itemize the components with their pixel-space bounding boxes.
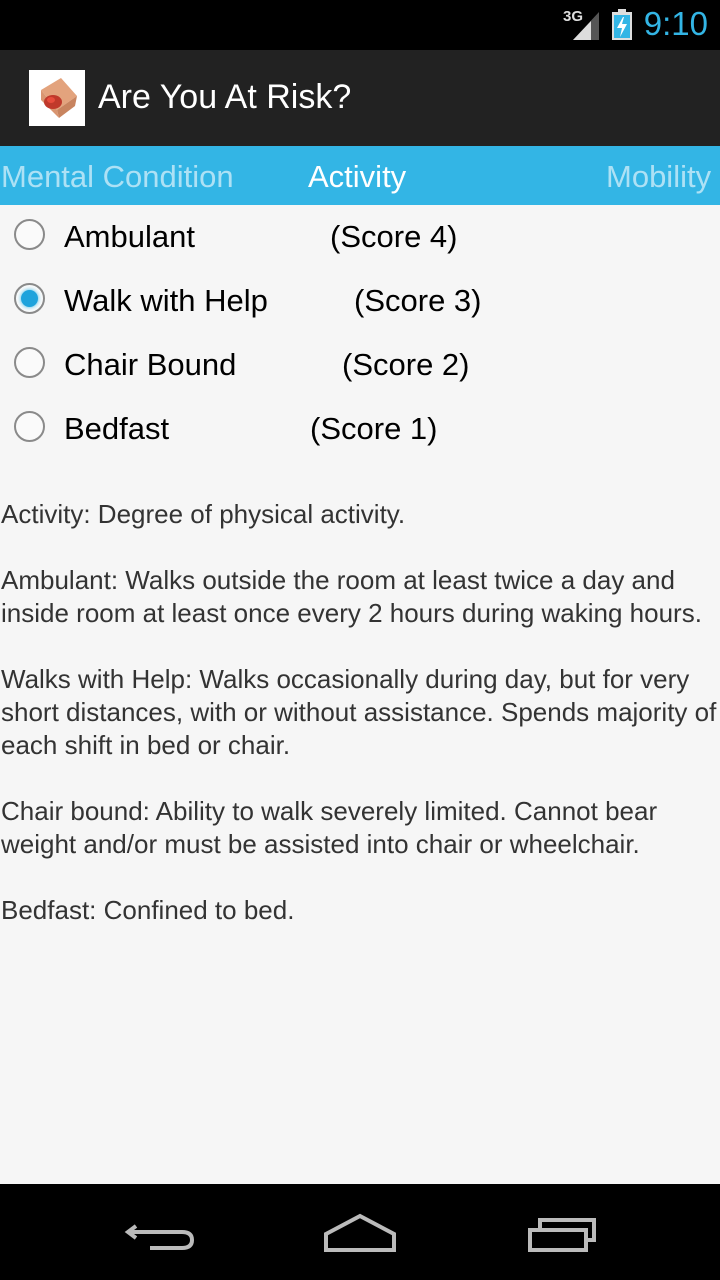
back-icon bbox=[124, 1224, 195, 1250]
activity-description: Activity: Degree of physical activity. A… bbox=[1, 498, 717, 960]
signal-icon bbox=[573, 12, 599, 40]
navigation-bar bbox=[0, 1184, 720, 1280]
description-paragraph: Ambulant: Walks outside the room at leas… bbox=[1, 565, 702, 628]
description-paragraph: Activity: Degree of physical activity. bbox=[1, 499, 406, 529]
home-button[interactable] bbox=[290, 1184, 430, 1280]
option-ambulant[interactable]: Ambulant (Score 4) bbox=[0, 207, 720, 269]
option-label: Walk with Help bbox=[64, 283, 268, 318]
tab-activity[interactable]: Activity bbox=[308, 159, 406, 195]
option-bedfast[interactable]: Bedfast (Score 1) bbox=[0, 399, 720, 461]
description-paragraph: Chair bound: Ability to walk severely li… bbox=[1, 796, 658, 859]
back-button[interactable] bbox=[90, 1184, 230, 1280]
option-label: Bedfast bbox=[64, 411, 170, 446]
description-paragraph: Bedfast: Confined to bed. bbox=[1, 895, 295, 925]
battery-charging-icon bbox=[612, 9, 632, 40]
radio-button[interactable] bbox=[14, 347, 45, 378]
option-label: Ambulant bbox=[64, 219, 195, 254]
recent-apps-button[interactable] bbox=[492, 1184, 632, 1280]
app-logo-icon[interactable] bbox=[29, 70, 85, 126]
app-title: Are You At Risk? bbox=[98, 78, 352, 116]
status-clock: 9:10 bbox=[643, 5, 708, 42]
tab-mental-condition[interactable]: Mental Condition bbox=[1, 159, 234, 195]
home-icon bbox=[324, 1213, 396, 1252]
tab-mobility[interactable]: Mobility bbox=[606, 159, 711, 195]
description-paragraph: Walks with Help: Walks occasionally duri… bbox=[1, 664, 717, 760]
radio-button[interactable] bbox=[14, 411, 45, 442]
radio-button-selected[interactable] bbox=[14, 283, 45, 314]
option-score: (Score 3) bbox=[354, 283, 482, 318]
option-score: (Score 2) bbox=[342, 347, 470, 382]
radio-button[interactable] bbox=[14, 219, 45, 250]
recent-apps-icon bbox=[528, 1218, 596, 1252]
option-label: Chair Bound bbox=[64, 347, 237, 382]
option-chair-bound[interactable]: Chair Bound (Score 2) bbox=[0, 335, 720, 397]
action-bar: Are You At Risk? bbox=[0, 50, 720, 146]
option-score: (Score 1) bbox=[310, 411, 438, 446]
option-walk-with-help[interactable]: Walk with Help (Score 3) bbox=[0, 271, 720, 333]
radio-selected-dot bbox=[21, 290, 38, 307]
status-bar: 3G 9:10 bbox=[0, 0, 720, 50]
option-score: (Score 4) bbox=[330, 219, 458, 254]
tab-strip: Mental Condition Activity Mobility bbox=[0, 146, 720, 205]
